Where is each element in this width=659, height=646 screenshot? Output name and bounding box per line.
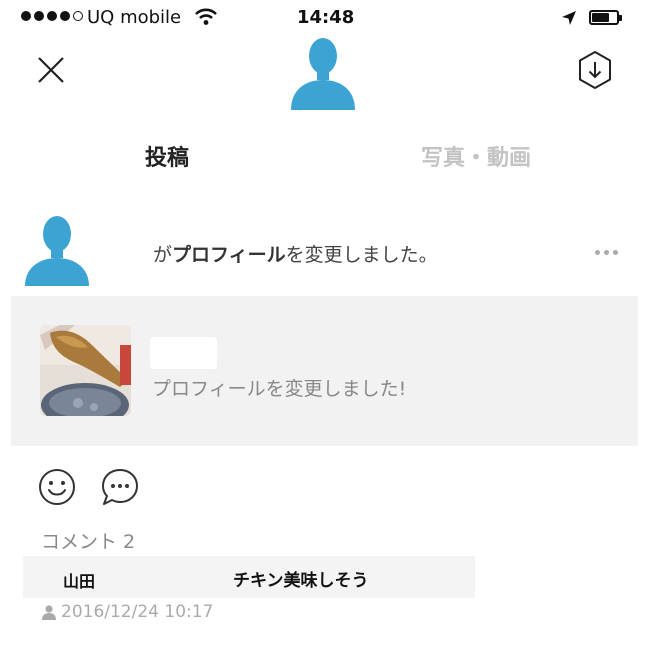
tab-posts[interactable]: 投稿 <box>145 140 189 172</box>
avatar-silhouette-icon <box>23 210 95 286</box>
close-button[interactable] <box>33 52 69 88</box>
clock-time: 14:48 <box>297 7 355 28</box>
smile-icon <box>39 469 75 505</box>
card-text: プロフィールを変更しました! <box>152 378 407 400</box>
tab-photos-videos[interactable]: 写真・動画 <box>421 140 531 172</box>
status-bar: UQ mobile 14:48 <box>11 0 638 36</box>
card-name-placeholder <box>150 337 217 369</box>
post-headline: がプロフィールを変更しました。 <box>153 240 438 267</box>
person-icon <box>42 605 56 620</box>
signal-strength-icon <box>21 11 83 21</box>
comment-item[interactable]: 山田 チキン美味しそう <box>23 556 475 598</box>
comment-text: チキン美味しそう <box>233 571 369 591</box>
more-options-button[interactable] <box>595 250 618 255</box>
avatar-silhouette-icon <box>287 34 359 110</box>
comment-button[interactable] <box>100 468 140 506</box>
download-button[interactable] <box>573 48 617 92</box>
post-author-avatar[interactable] <box>23 210 95 286</box>
comment-author[interactable]: 山田 <box>63 568 95 592</box>
food-photo <box>40 325 131 416</box>
comment-bubble-icon <box>102 469 138 505</box>
post-detail-screen: UQ mobile 14:48 投稿 写真・動画 がプロフィールを変更しました。… <box>11 0 638 646</box>
close-icon <box>38 57 64 83</box>
carrier-name: UQ mobile <box>87 7 182 28</box>
location-arrow-icon <box>562 11 576 25</box>
comments-count: コメント 2 <box>41 531 136 553</box>
battery-icon <box>589 10 619 25</box>
download-icon <box>579 51 611 89</box>
profile-photo-thumbnail[interactable] <box>40 325 131 416</box>
comment-timestamp: 2016/12/24 10:17 <box>61 602 214 622</box>
more-icon <box>595 250 600 255</box>
headline-suffix: を変更しました。 <box>285 244 438 266</box>
headline-bold: プロフィール <box>172 244 286 266</box>
wifi-icon <box>195 8 217 25</box>
profile-avatar[interactable] <box>287 34 359 110</box>
profile-change-card[interactable]: プロフィールを変更しました! <box>11 296 638 446</box>
reaction-button[interactable] <box>38 468 76 506</box>
comment-meta: 2016/12/24 10:17 <box>41 602 213 622</box>
headline-prefix: が <box>153 244 173 266</box>
